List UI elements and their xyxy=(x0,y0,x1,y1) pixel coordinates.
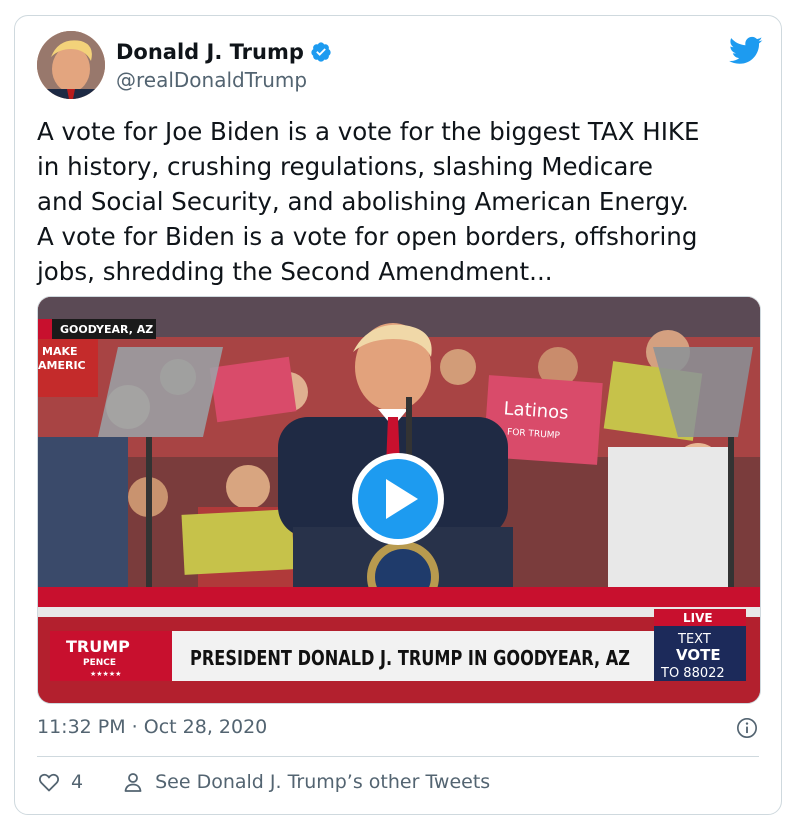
sign-make-text: MAKE xyxy=(42,345,78,358)
latinos-sign-bottom xyxy=(181,509,295,575)
heart-icon xyxy=(39,773,59,792)
divider xyxy=(37,756,759,757)
author-handle[interactable]: @realDonaldTrump xyxy=(116,68,307,92)
chyron-headline: PRESIDENT DONALD J. TRUMP IN GOODYEAR, A… xyxy=(190,646,630,670)
logo-line2: PENCE xyxy=(83,658,116,668)
like-count: 4 xyxy=(71,771,84,793)
tweet-text: A vote for Joe Biden is a vote for the b… xyxy=(37,117,700,286)
location-tag-text: GOODYEAR, AZ xyxy=(60,323,153,336)
text-vote-line2: VOTE xyxy=(676,646,721,664)
other-tweets-label: See Donald J. Trump’s other Tweets xyxy=(155,771,491,793)
text-vote-line3: TO 88022 xyxy=(660,666,725,681)
logo-line1: TRUMP xyxy=(66,637,130,656)
twitter-bird-icon[interactable] xyxy=(729,36,763,66)
info-icon[interactable] xyxy=(736,717,758,739)
tweet-card[interactable]: Donald J. Trump @realDonaldTrump A vote … xyxy=(14,15,782,815)
text-vote-line1: TEXT xyxy=(677,632,711,647)
person-icon xyxy=(124,773,142,792)
play-button[interactable] xyxy=(352,453,444,545)
like-button[interactable]: 4 xyxy=(37,770,83,794)
logo-stars: ★★★★★ xyxy=(90,670,121,678)
author-avatar[interactable] xyxy=(37,31,105,99)
other-tweets-link[interactable]: See Donald J. Trump’s other Tweets xyxy=(121,770,490,794)
author-name[interactable]: Donald J. Trump xyxy=(116,40,304,64)
tweet-timestamp[interactable]: 11:32 PM · Oct 28, 2020 xyxy=(37,716,267,738)
verified-badge-icon xyxy=(311,42,331,62)
latinos-sign-left xyxy=(209,356,297,423)
video-frame: MAKE AMERIC Latinos FOR TRUMP GOODYEAR, … xyxy=(38,297,760,703)
video-player[interactable]: MAKE AMERIC Latinos FOR TRUMP GOODYEAR, … xyxy=(37,296,761,704)
sign-america-text: AMERIC xyxy=(38,359,86,372)
live-badge-text: LIVE xyxy=(683,611,713,625)
